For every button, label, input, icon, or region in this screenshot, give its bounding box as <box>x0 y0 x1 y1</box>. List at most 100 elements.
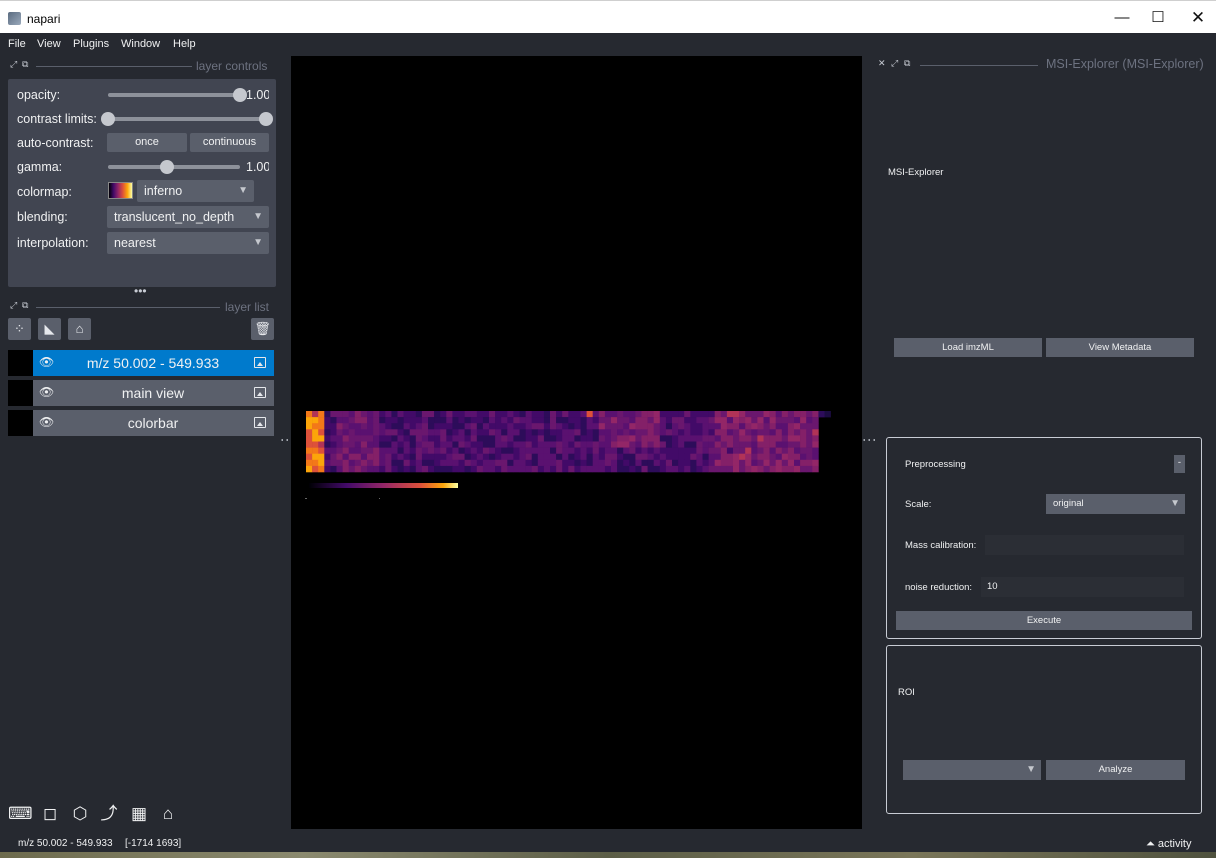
scale-dropdown[interactable]: original ▼ <box>1046 494 1185 514</box>
transpose-icon[interactable]: ⤴ <box>97 802 121 826</box>
menu-file[interactable]: File <box>8 38 26 50</box>
interpolation-dropdown[interactable]: nearest ▼ <box>107 232 269 254</box>
dock-pin-icon[interactable]: ⤢ <box>891 58 898 69</box>
heatmap-pixel <box>611 459 618 467</box>
heatmap-pixel <box>360 429 368 436</box>
heatmap-pixel <box>391 411 398 418</box>
heatmap-pixel <box>537 411 545 418</box>
dock-float-icon[interactable]: ⧉ <box>22 300 28 311</box>
image-canvas-svg[interactable] <box>291 56 862 829</box>
heatmap-pixel <box>312 429 319 436</box>
heatmap-pixel <box>726 447 734 454</box>
heatmap-pixel <box>769 423 776 430</box>
dock-close-icon[interactable]: ⤢ <box>10 59 17 70</box>
heatmap-pixel <box>763 435 770 442</box>
layer-row-colorbar[interactable]: 👁 colorbar <box>8 410 274 436</box>
layer-row-mz[interactable]: 👁 m/z 50.002 - 549.933 <box>8 350 274 376</box>
analyze-button[interactable]: Analyze <box>1046 760 1185 780</box>
visibility-eye-icon[interactable]: 👁 <box>39 385 54 399</box>
heatmap-pixel <box>452 441 459 448</box>
console-icon[interactable]: ⌨ <box>8 802 33 826</box>
roll-dims-cube-icon[interactable]: ⬡ <box>68 802 92 826</box>
opacity-slider-handle[interactable] <box>233 88 247 102</box>
new-points-layer-icon[interactable]: ⁘ <box>8 318 31 340</box>
heatmap-pixel <box>397 435 404 442</box>
maximize-icon[interactable]: ☐ <box>1138 7 1178 29</box>
menu-help[interactable]: Help <box>173 38 196 50</box>
heatmap-pixel <box>745 453 752 461</box>
continuous-button[interactable]: continuous <box>190 133 269 152</box>
activity-button[interactable]: ⏶ activity <box>1146 838 1192 851</box>
view-metadata-button[interactable]: View Metadata <box>1046 338 1194 357</box>
caret-up-icon: ⏶ <box>1146 838 1155 850</box>
gamma-slider-handle[interactable] <box>160 160 175 174</box>
home-icon[interactable]: ⌂ <box>156 802 180 826</box>
heatmap-pixel <box>775 453 783 461</box>
heatmap-pixel <box>379 459 386 467</box>
heatmap-pixel <box>623 459 630 467</box>
heatmap-pixel <box>421 411 429 418</box>
heatmap-pixel <box>745 411 752 418</box>
msi-dock-title: MSI-Explorer (MSI-Explorer) <box>1046 57 1204 71</box>
menu-window[interactable]: Window <box>121 38 160 50</box>
heatmap-pixel <box>324 447 331 454</box>
grid-view-icon[interactable]: ▦ <box>127 802 151 826</box>
heatmap-pixel <box>421 429 429 436</box>
heatmap-pixel <box>684 459 691 467</box>
heatmap-pixel <box>397 465 404 473</box>
visibility-eye-icon[interactable]: 👁 <box>39 355 54 369</box>
dock-close-icon[interactable]: ✕ <box>878 58 886 69</box>
splitter-handle-icon[interactable]: ••• <box>134 284 147 298</box>
heatmap-pixel <box>312 423 319 430</box>
new-shapes-layer-icon[interactable]: ◣ <box>38 318 61 340</box>
heatmap-pixel <box>574 459 581 467</box>
heatmap-pixel <box>354 417 362 424</box>
execute-button[interactable]: Execute <box>896 611 1192 630</box>
delete-layer-icon[interactable]: 🗑 <box>251 318 274 340</box>
right-splitter-icon[interactable]: ⋮ <box>862 433 878 447</box>
new-labels-layer-icon[interactable]: ⌂ <box>68 318 91 340</box>
heatmap-pixel <box>653 429 661 436</box>
dock-float-icon[interactable]: ⧉ <box>22 59 28 70</box>
dock-float-icon[interactable]: ⧉ <box>904 58 910 69</box>
heatmap-pixel <box>568 465 575 473</box>
colormap-dropdown[interactable]: inferno ▼ <box>137 180 254 202</box>
heatmap-pixel <box>641 453 648 461</box>
contrast-limits-slider[interactable] <box>108 117 266 121</box>
heatmap-pixel <box>580 453 587 461</box>
title-bar: napari — ☐ ✕ <box>0 0 1216 33</box>
heatmap-pixel <box>373 459 380 467</box>
noise-reduction-field[interactable]: 10 <box>981 577 1184 597</box>
roi-dropdown[interactable]: ▼ <box>903 760 1041 780</box>
viewer-canvas[interactable] <box>291 56 862 829</box>
contrast-high-handle[interactable] <box>259 112 273 126</box>
heatmap-pixel <box>495 417 502 424</box>
heatmap-pixel <box>415 423 423 430</box>
opacity-slider[interactable] <box>108 93 240 97</box>
close-icon[interactable]: ✕ <box>1178 7 1216 29</box>
ndisplay-square-icon[interactable]: ◻ <box>38 802 62 826</box>
heatmap-pixel <box>403 459 410 467</box>
heatmap-pixel <box>726 459 734 467</box>
mass-calibration-field[interactable] <box>985 535 1184 555</box>
menu-view[interactable]: View <box>37 38 61 50</box>
heatmap-pixel <box>745 435 752 442</box>
layer-row-main-view[interactable]: 👁 main view <box>8 380 274 406</box>
heatmap-pixel <box>568 459 575 467</box>
menu-plugins[interactable]: Plugins <box>73 38 109 50</box>
interpolation-label: interpolation: <box>17 236 89 250</box>
heatmap-pixel <box>751 423 758 430</box>
blending-dropdown[interactable]: translucent_no_depth ▼ <box>107 206 269 228</box>
once-button[interactable]: once <box>107 133 187 152</box>
heatmap-pixel <box>592 447 600 454</box>
heatmap-pixel <box>659 435 667 442</box>
minimize-icon[interactable]: — <box>1102 7 1142 29</box>
heatmap-pixel <box>397 423 404 430</box>
visibility-eye-icon[interactable]: 👁 <box>39 415 54 429</box>
heatmap-pixel <box>318 417 325 424</box>
heatmap-pixel <box>470 429 478 436</box>
collapse-button[interactable]: - <box>1174 455 1185 473</box>
load-imzml-button[interactable]: Load imzML <box>894 338 1042 357</box>
dock-close-icon[interactable]: ⤢ <box>10 300 17 311</box>
contrast-low-handle[interactable] <box>101 112 115 126</box>
